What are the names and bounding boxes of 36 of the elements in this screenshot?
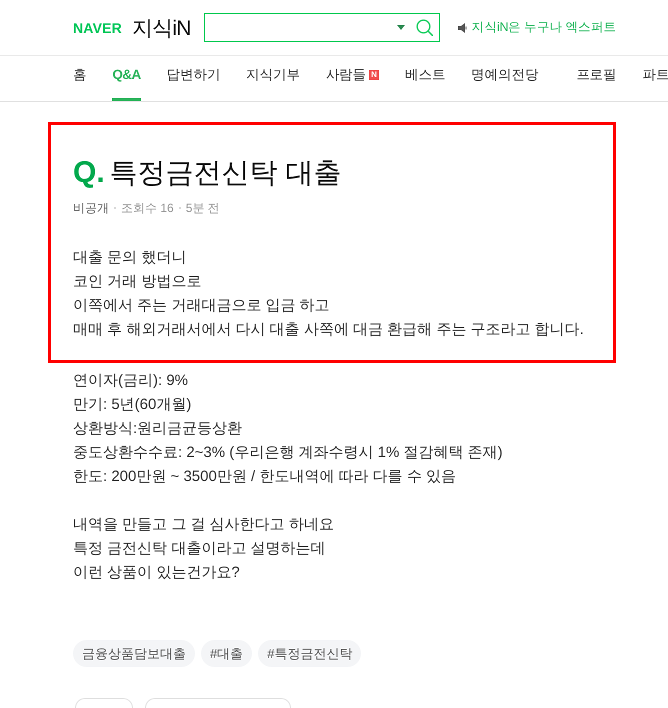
- question-text-line: 이런 상품이 있는건가요?: [73, 563, 240, 583]
- nav-tab[interactable]: 사람들 N: [326, 56, 380, 101]
- question-text-line: 연이자(금리): 9%: [73, 371, 188, 391]
- question-text-line: 한도: 200만원 ~ 3500만원 / 한도내역에 따라 다를 수 있음: [73, 467, 456, 487]
- question-text-line: 이쪽에서 주는 거래대금으로 입금 하고: [73, 296, 330, 316]
- question-text-line: 특정 금전신탁 대출이라고 설명하는데: [73, 539, 326, 559]
- tag-link[interactable]: #대출: [201, 640, 252, 667]
- nav-tab[interactable]: 프로필: [576, 56, 616, 101]
- tag-link[interactable]: #특정금전신탁: [258, 640, 362, 667]
- question-text-line: 만기: 5년(60개월): [73, 395, 192, 415]
- author-name: 비공개: [73, 200, 109, 216]
- round-button[interactable]: [75, 698, 133, 708]
- search-field[interactable]: [204, 13, 440, 42]
- question-stat: 조회수 16: [121, 200, 174, 216]
- service-logo[interactable]: 지식iN: [132, 14, 191, 42]
- nav-tab[interactable]: 지식기부: [246, 56, 300, 101]
- question-text-line: 내역을 만들고 그 걸 심사한다고 하네요: [73, 515, 334, 535]
- question-mark-label: Q.: [73, 155, 105, 191]
- question-title: 특정금전신탁 대출: [110, 156, 342, 190]
- round-button[interactable]: [145, 698, 291, 708]
- question-text-line: 상환방식:원리금균등상환: [73, 419, 242, 439]
- nav-tab[interactable]: 베스트: [405, 56, 446, 101]
- caret-icon[interactable]: [396, 25, 405, 30]
- question-text-line: 대출 문의 했더니: [73, 248, 186, 268]
- nav-tab[interactable]: 홈: [73, 56, 86, 101]
- nav-tab[interactable]: 파트: [642, 56, 668, 101]
- search-icon[interactable]: [416, 19, 433, 36]
- question-text-line: 중도상환수수료: 2~3% (우리은행 계좌수령시 1% 절감혜택 존재): [73, 443, 503, 463]
- question-stat: 5분 전: [186, 200, 220, 216]
- tag-link[interactable]: 금융상품담보대출: [73, 640, 195, 667]
- nav-tab[interactable]: 명예의전당: [471, 56, 538, 101]
- nav-tab[interactable]: 답변하기: [166, 56, 220, 101]
- question-text-line: 매매 후 해외거래서에서 다시 대출 사쪽에 대금 환급해 주는 구조라고 합니다.: [73, 320, 584, 340]
- question-text-line: 코인 거래 방법으로: [73, 272, 202, 292]
- new-badge: N: [369, 70, 380, 80]
- speaker-icon: [458, 22, 467, 32]
